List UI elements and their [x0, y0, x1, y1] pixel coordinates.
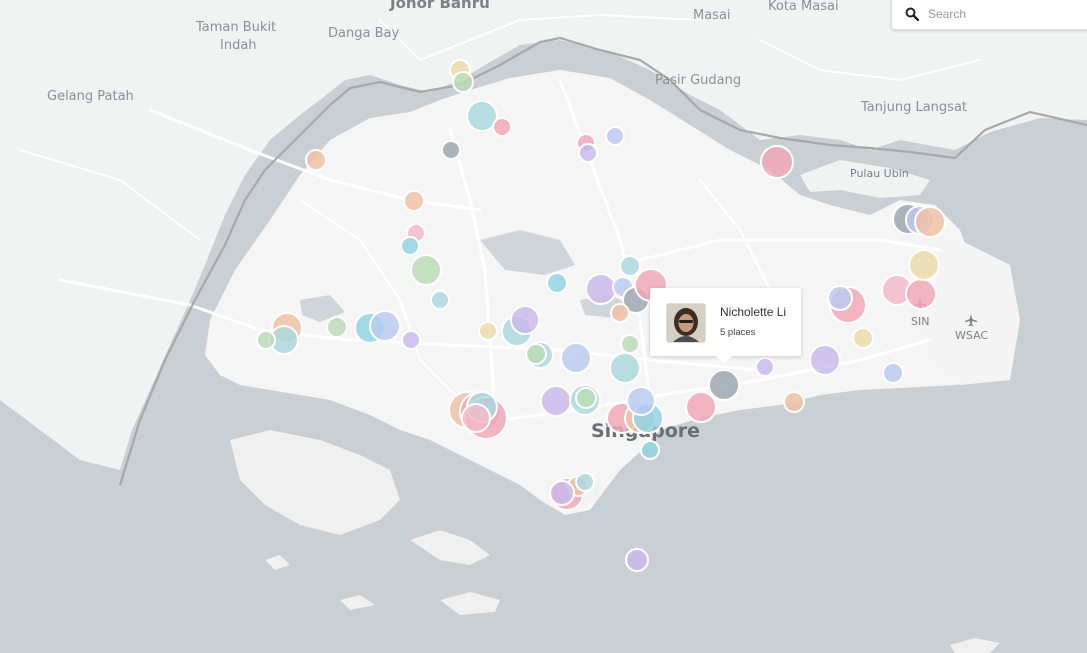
map[interactable]: Johor Bahru Masai Kota Masai Taman Bukit…: [0, 0, 1087, 653]
search-icon: [898, 0, 926, 28]
place-marker[interactable]: [905, 278, 937, 310]
label-kota-masai: Kota Masai: [768, 0, 839, 14]
place-marker[interactable]: [708, 369, 740, 401]
place-marker[interactable]: [549, 480, 575, 506]
place-marker[interactable]: [410, 254, 442, 286]
place-marker[interactable]: [908, 249, 940, 281]
place-marker[interactable]: [585, 273, 617, 305]
label-taman-bukit-indah-1: Taman Bukit: [195, 20, 276, 35]
place-marker[interactable]: [620, 334, 640, 354]
place-marker[interactable]: [755, 357, 775, 377]
place-marker[interactable]: [619, 255, 641, 277]
place-marker[interactable]: [510, 305, 540, 335]
place-marker[interactable]: [305, 149, 327, 171]
label-pulau-ubin: Pulau Ubin: [850, 167, 909, 180]
user-popup[interactable]: Nicholette Li 5 places: [650, 288, 801, 364]
place-marker[interactable]: [578, 143, 598, 163]
place-marker[interactable]: [326, 316, 348, 338]
place-marker[interactable]: [827, 285, 853, 311]
place-marker[interactable]: [783, 391, 805, 413]
place-marker[interactable]: [809, 344, 841, 376]
label-wsac: WSAC: [955, 329, 988, 342]
place-marker[interactable]: [685, 391, 717, 423]
label-tanjung-langsat: Tanjung Langsat: [860, 100, 967, 115]
place-marker[interactable]: [626, 386, 656, 416]
place-marker[interactable]: [400, 236, 420, 256]
place-marker[interactable]: [369, 310, 401, 342]
place-marker[interactable]: [401, 330, 421, 350]
place-marker[interactable]: [609, 352, 641, 384]
label-johor-bahru: Johor Bahru: [389, 0, 490, 12]
label-taman-bukit-indah-2: Indah: [220, 38, 257, 53]
user-name[interactable]: Nicholette Li: [720, 305, 786, 319]
place-marker[interactable]: [546, 272, 568, 294]
search-input[interactable]: [926, 6, 1070, 22]
place-marker[interactable]: [914, 206, 946, 238]
place-marker[interactable]: [540, 385, 572, 417]
place-marker[interactable]: [478, 321, 498, 341]
place-marker[interactable]: [852, 327, 874, 349]
label-sin: SIN: [911, 315, 929, 328]
label-pasir-gudang: Pasir Gudang: [655, 73, 741, 88]
place-marker[interactable]: [430, 290, 450, 310]
place-marker[interactable]: [492, 117, 512, 137]
places-count: 5 places: [720, 327, 756, 338]
place-marker[interactable]: [575, 387, 597, 409]
place-marker[interactable]: [882, 362, 904, 384]
place-marker[interactable]: [760, 145, 794, 179]
label-masai: Masai: [693, 8, 731, 23]
place-marker[interactable]: [610, 303, 630, 323]
place-marker[interactable]: [452, 71, 474, 93]
avatar[interactable]: [666, 303, 706, 343]
place-marker[interactable]: [575, 472, 595, 492]
place-marker[interactable]: [560, 342, 592, 374]
search-box[interactable]: [891, 0, 1087, 30]
place-marker[interactable]: [605, 126, 625, 146]
place-marker[interactable]: [640, 440, 660, 460]
label-gelang-patah: Gelang Patah: [47, 89, 134, 104]
place-marker[interactable]: [525, 343, 547, 365]
place-marker[interactable]: [403, 190, 425, 212]
place-marker[interactable]: [461, 403, 491, 433]
place-marker[interactable]: [441, 140, 461, 160]
place-marker[interactable]: [625, 548, 649, 572]
place-marker[interactable]: [256, 330, 276, 350]
label-danga-bay: Danga Bay: [328, 26, 399, 41]
